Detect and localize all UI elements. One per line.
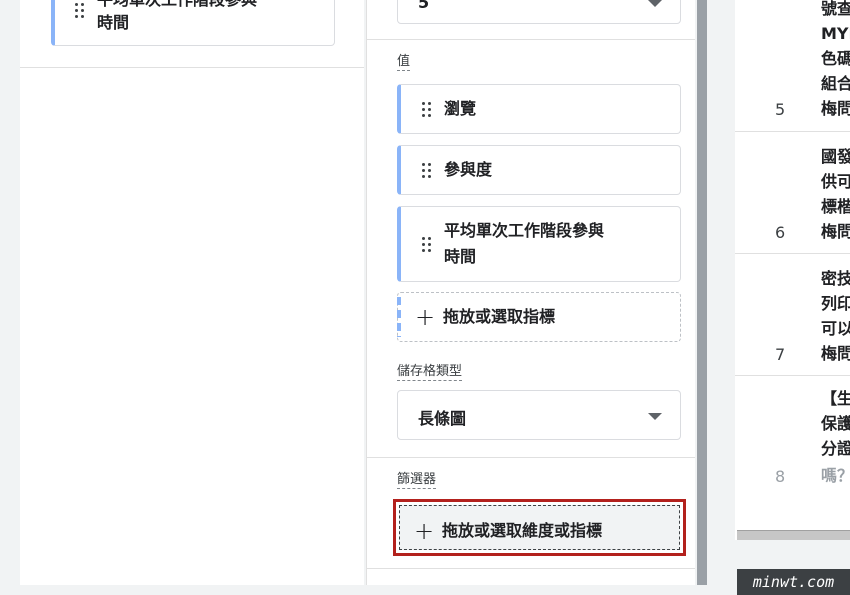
cell-text: 梅問 [821, 222, 850, 241]
cell-text: 號查 [821, 0, 850, 18]
value-chip-label-1: 平均單次工作階段參與 [444, 221, 605, 240]
cell-text: 梅問 [821, 99, 850, 118]
cell-text: 【生 [821, 389, 850, 408]
cell-text: MYI [821, 24, 850, 43]
dimension-chip-label-2: 時間 [97, 13, 130, 32]
metric-drop-zone[interactable]: + 拖放或選取指標 [397, 292, 681, 342]
cell-type-label: 儲存格類型 [397, 364, 463, 381]
row-number: 6 [775, 223, 786, 242]
drag-handle-icon[interactable] [422, 163, 432, 179]
row-number: 7 [775, 345, 786, 364]
settings-panel: 5 值 瀏覽 參與度 平均單次工作階段參與 時間 + 拖放或選取指標 儲存格類型… [366, 0, 695, 585]
watermark: minwt.com [737, 569, 850, 595]
row-number: 8 [775, 467, 786, 486]
cell-text: 組合 [821, 74, 850, 93]
cell-text: 密技 [821, 269, 850, 288]
dimensions-panel: 平均單次工作階段參與 時間 [20, 0, 364, 585]
section-divider [367, 568, 695, 569]
drag-handle-icon[interactable] [422, 237, 432, 253]
cell-text: 保護 [821, 414, 850, 433]
chevron-down-icon [648, 0, 662, 7]
table-row[interactable]: 密技 列印 可以 梅問 7 [735, 254, 850, 376]
metric-drop-zone-label: 拖放或選取指標 [443, 307, 556, 326]
value-chip-label-2: 時間 [444, 247, 477, 266]
cell-text: 梅問 [821, 344, 850, 363]
section-divider [367, 457, 695, 458]
horizontal-scrollbar[interactable] [737, 530, 850, 540]
drop-zone-indicator [397, 297, 401, 337]
value-chip-engagement[interactable]: 參與度 [397, 145, 681, 195]
vertical-scrollbar[interactable] [697, 0, 707, 585]
rows-select[interactable]: 5 [397, 0, 681, 24]
row-number: 5 [775, 100, 786, 119]
value-chip-pageviews[interactable]: 瀏覽 [397, 84, 681, 134]
chevron-down-icon [648, 413, 662, 420]
table-row[interactable]: 【生 保護 分證 嗎？ 8 [735, 376, 850, 506]
cell-text: 標楷 [821, 197, 850, 216]
rows-select-value: 5 [418, 0, 430, 12]
value-chip-avg-engagement-time[interactable]: 平均單次工作階段參與 時間 [397, 206, 681, 282]
cell-text: 列印 [821, 294, 850, 313]
cell-text: 可以 [821, 319, 850, 338]
cell-type-value: 長條圖 [418, 409, 467, 428]
cell-type-select[interactable]: 長條圖 [397, 390, 681, 440]
filter-highlight: + 拖放或選取維度或指標 [393, 499, 686, 556]
cell-text: 嗎？ [821, 466, 850, 485]
cell-text: 國發 [821, 147, 850, 166]
plus-icon: + [414, 517, 435, 545]
table-row[interactable]: 國發 供可 標楷 梅問 6 [735, 132, 850, 254]
filters-label: 篩選器 [397, 472, 437, 489]
cell-text: 供可 [821, 172, 850, 191]
plus-icon: + [415, 303, 436, 331]
panel-divider [20, 67, 364, 68]
section-divider [367, 39, 695, 40]
table-row[interactable]: 號查 MYI 色碼 組合 梅問 5 [735, 0, 850, 132]
values-section-label: 值 [397, 54, 411, 71]
data-table: 號查 MYI 色碼 組合 梅問 5 國發 供可 標楷 梅問 6 密技 列印 可以… [735, 0, 850, 540]
add-filter-button-label: 拖放或選取維度或指標 [442, 521, 603, 540]
value-chip-label: 參與度 [444, 160, 493, 179]
cell-text: 色碼 [821, 49, 850, 68]
value-chip-label: 瀏覽 [444, 99, 477, 118]
add-filter-button[interactable]: + 拖放或選取維度或指標 [399, 505, 680, 550]
dimension-chip[interactable]: 平均單次工作階段參與 時間 [51, 0, 335, 46]
cell-text: 分證 [821, 439, 850, 458]
drag-handle-icon[interactable] [75, 3, 85, 19]
drag-handle-icon[interactable] [422, 102, 432, 118]
